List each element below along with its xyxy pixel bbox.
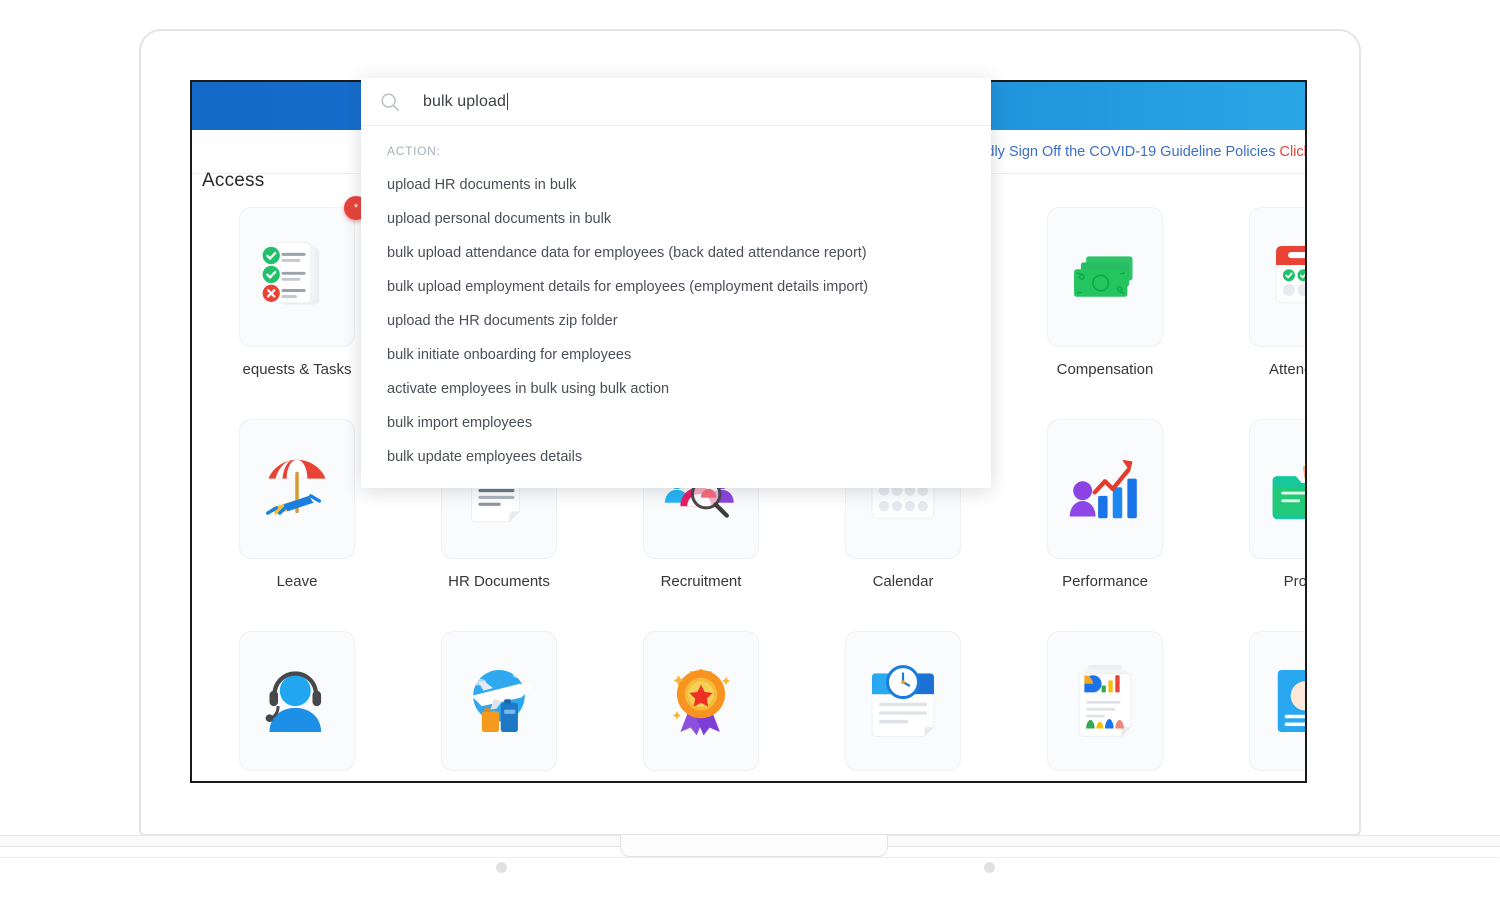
- tile-label: Calendar: [872, 573, 934, 590]
- suggestion-item[interactable]: bulk initiate onboarding for employees: [361, 338, 991, 372]
- tile-card[interactable]: [1249, 419, 1305, 559]
- suggestion-item[interactable]: upload personal documents in bulk: [361, 202, 991, 236]
- laptop-base-foot: [0, 857, 1500, 883]
- suggestion-item[interactable]: activate employees in bulk using bulk ac…: [361, 372, 991, 406]
- search-input[interactable]: bulk upload: [423, 93, 506, 111]
- notice-text: dly Sign Off the COVID-19 Guideline Poli…: [986, 143, 1305, 160]
- text-caret: [506, 93, 508, 110]
- search-bar[interactable]: bulk upload: [361, 78, 991, 126]
- notice-message: dly Sign Off the COVID-19 Guideline Poli…: [986, 143, 1280, 160]
- beach-umbrella-icon: [266, 459, 326, 515]
- module-tile[interactable]: Performance: [1004, 419, 1206, 631]
- tile-card[interactable]: [239, 631, 355, 771]
- global-search-overlay: bulk upload ACTION: upload HR documents …: [361, 78, 991, 488]
- tile-label: Performance: [1062, 573, 1148, 590]
- travel-plane-icon: [470, 670, 532, 732]
- requests-tasks-icon: [262, 242, 320, 305]
- suggestion-item[interactable]: upload the HR documents zip folder: [361, 304, 991, 338]
- analytics-report-icon: [1078, 664, 1132, 737]
- suggestion-list: upload HR documents in bulk upload person…: [361, 168, 991, 474]
- tile-label: Compensation: [1056, 361, 1154, 378]
- headset-support-icon: [265, 671, 322, 732]
- tile-card[interactable]: [441, 631, 557, 771]
- suggestion-item[interactable]: bulk upload employment details for emplo…: [361, 270, 991, 304]
- tile-card[interactable]: [1047, 631, 1163, 771]
- laptop-base-dot-left: [496, 862, 507, 873]
- folder-icon: [1272, 464, 1305, 520]
- suggestion-item[interactable]: bulk update employees details: [361, 440, 991, 474]
- tile-card[interactable]: [1047, 207, 1163, 347]
- suggestion-item[interactable]: bulk upload attendance data for employee…: [361, 236, 991, 270]
- person-chart-icon: [1069, 459, 1137, 519]
- award-ribbon-icon: [672, 668, 731, 736]
- page-title: Access: [202, 170, 265, 191]
- tile-card[interactable]: [643, 631, 759, 771]
- tile-label: equests & Tasks: [242, 361, 352, 378]
- tile-label: HR Documents: [448, 573, 550, 590]
- suggestions-group-header: ACTION:: [387, 144, 441, 158]
- tile-card[interactable]: *: [239, 196, 368, 347]
- module-tile[interactable]: [1206, 631, 1305, 781]
- survey-pencil-icon: [1277, 670, 1305, 732]
- laptop-base: [0, 835, 1500, 883]
- search-input-value-wrap[interactable]: bulk upload: [423, 93, 508, 111]
- tile-card[interactable]: [1249, 631, 1305, 771]
- module-tile[interactable]: [398, 631, 600, 781]
- tile-label: Recruitment: [660, 573, 742, 590]
- notice-click-here-link[interactable]: Click h: [1279, 144, 1305, 160]
- module-tile[interactable]: [196, 631, 398, 781]
- tile-card[interactable]: [1047, 419, 1163, 559]
- module-tile[interactable]: Compensation: [1004, 207, 1206, 419]
- module-tile[interactable]: [802, 631, 1004, 781]
- calendar-clock-icon: [1275, 245, 1305, 304]
- module-tile[interactable]: Attendance: [1206, 207, 1305, 419]
- money-icon: [1074, 256, 1133, 297]
- suggestion-item[interactable]: upload HR documents in bulk: [361, 168, 991, 202]
- tile-label: Project: [1283, 573, 1307, 590]
- suggestion-item[interactable]: bulk import employees: [361, 406, 991, 440]
- tile-card[interactable]: [845, 631, 961, 771]
- module-tile[interactable]: [1004, 631, 1206, 781]
- laptop-base-dot-right: [984, 862, 995, 873]
- laptop-base-notch: [620, 835, 888, 857]
- tile-label: Attendance: [1269, 361, 1305, 378]
- module-tile[interactable]: Project: [1206, 419, 1307, 631]
- tile-label: Leave: [276, 573, 318, 590]
- tile-card[interactable]: [239, 419, 355, 559]
- timesheet-clock-icon: [871, 665, 935, 737]
- search-suggestions-panel: ACTION: upload HR documents in bulk uploa…: [361, 126, 991, 488]
- search-icon: [381, 92, 399, 111]
- module-tile[interactable]: [600, 631, 802, 781]
- tile-card[interactable]: [1249, 207, 1305, 347]
- screenshot-stage: dly Sign Off the COVID-19 Guideline Poli…: [0, 0, 1500, 912]
